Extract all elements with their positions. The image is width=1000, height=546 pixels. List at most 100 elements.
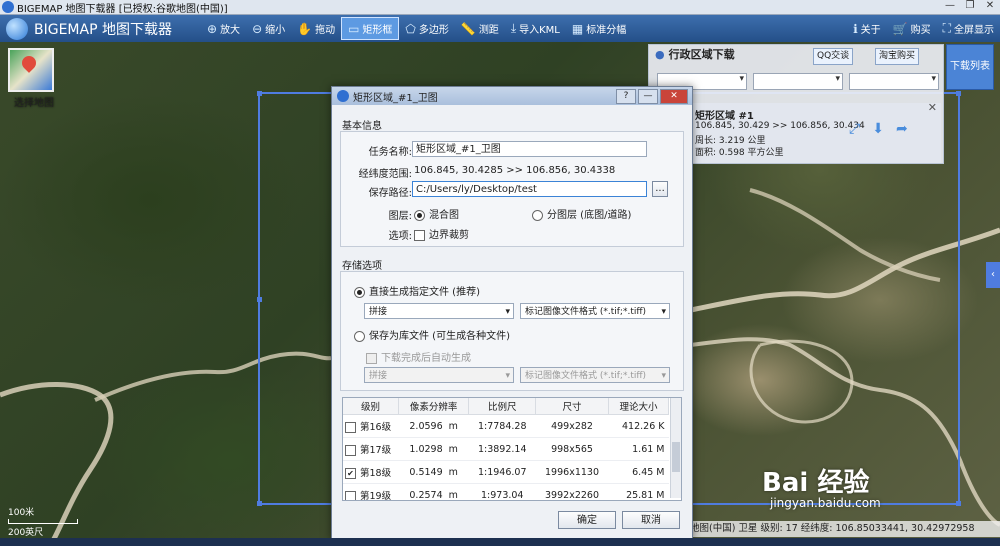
minimize-icon[interactable]: — [638, 89, 658, 104]
resize-handle[interactable] [257, 501, 262, 506]
admin-panel-title: 行政区域下载 [668, 48, 735, 61]
layer-mixed-radio[interactable]: 混合图 [414, 206, 459, 221]
row-checkbox[interactable] [345, 491, 356, 500]
help-icon[interactable]: ? [616, 89, 636, 104]
row-scale: 1:973.04 [468, 483, 536, 500]
mosaic-combo-disabled[interactable]: 拼接 [364, 367, 514, 384]
scrollbar-thumb[interactable] [672, 442, 680, 472]
download-list-button[interactable]: 下载列表 [946, 44, 994, 90]
options-label: 选项: [388, 231, 412, 242]
restore-icon[interactable]: ❐ [962, 0, 978, 12]
zoom-out-icon: ⊖ [252, 21, 263, 36]
fullscreen-button[interactable]: ⛶ 全屏显示 [937, 17, 1000, 40]
globe-icon [6, 17, 28, 40]
format-combo[interactable]: 标记图像文件格式 (*.tif;*.tiff) [520, 303, 670, 320]
format-combo-disabled[interactable]: 标记图像文件格式 (*.tif;*.tiff) [520, 367, 670, 384]
baidu-watermark: Bai 经验 [762, 468, 870, 498]
mosaic-combo[interactable]: 拼接 [364, 303, 514, 320]
col-level[interactable]: 级别 [343, 398, 399, 415]
row-theory: 25.81 M [608, 483, 669, 500]
buy-button[interactable]: 🛒 购买 [887, 17, 937, 40]
table-header-row: 级别 像素分辨率 比例尺 尺寸 理论大小 [343, 398, 670, 415]
range-label: 经纬度范围: [358, 169, 412, 180]
task-name-input[interactable]: 矩形区域_#1_卫图 [412, 141, 647, 157]
row-unit: m [448, 443, 458, 455]
save-path-input[interactable]: C:/Users/ly/Desktop/test [412, 181, 647, 197]
row-size: 1996x1130 [535, 460, 609, 484]
share-icon[interactable]: ➦ [896, 121, 908, 137]
layer-split-radio[interactable]: 分图层 (底图/道路) [532, 206, 631, 221]
table-row[interactable]: 第19级 0.2574 m 1:973.04 3992x2260 25.81 M [343, 483, 669, 500]
browse-button[interactable]: ... [652, 181, 668, 197]
save-db-radio[interactable]: 保存为库文件 (可生成各种文件) [354, 327, 510, 342]
task-name-label: 任务名称: [368, 147, 412, 158]
polygon-button[interactable]: ⬠ 多边形 [399, 17, 454, 40]
buy-label: 购买 [910, 25, 931, 36]
level-list: 级别 像素分辨率 比例尺 尺寸 理论大小 第16级 2.0596 m 1:778… [343, 398, 670, 500]
table-row[interactable]: 第16级 2.0596 m 1:7784.28 499x282 412.26 K [343, 414, 669, 438]
map-thumbnail [8, 48, 54, 92]
save-path-label: 保存路径: [368, 188, 412, 199]
ok-button[interactable]: 确定 [558, 511, 616, 529]
cancel-button[interactable]: 取消 [622, 511, 680, 529]
task-close-icon[interactable]: ✕ [928, 101, 937, 114]
row-size: 3992x2260 [535, 483, 609, 500]
map-pin-icon [19, 53, 39, 73]
about-button[interactable]: ℹ 关于 [847, 17, 887, 40]
import-icon: ⤓ [510, 21, 517, 35]
polygon-icon: ⬠ [405, 21, 416, 36]
import-kml-button[interactable]: ⤓ 导入KML [505, 17, 566, 40]
row-theory: 6.45 M [608, 460, 669, 484]
download-task-dialog: 矩形区域_#1_卫图 ? — ✕ 基本信息 任务名称: 矩形区域_#1_卫图 经… [331, 86, 693, 540]
download-icon[interactable]: ⬇ [872, 121, 884, 137]
measure-button[interactable]: 📏 测距 [455, 17, 505, 40]
minimize-icon[interactable]: — [942, 0, 958, 12]
collapse-panel-icon[interactable]: ‹ [986, 262, 1000, 288]
auto-generate-checkbox[interactable]: 下载完成后自动生成 [366, 349, 471, 364]
resize-handle[interactable] [956, 501, 961, 506]
table-row[interactable]: ✔ 第18级 0.5149 m 1:1946.07 1996x1130 6.45 … [343, 460, 669, 484]
app-logo-icon [2, 1, 14, 13]
taobao-buy-button[interactable]: 淘宝购买 [875, 48, 920, 65]
expand-icon[interactable]: ⤢ [849, 121, 860, 137]
zoom-in-button[interactable]: ⊕ 放大 [201, 17, 246, 40]
pan-button[interactable]: ✋ 拖动 [291, 17, 341, 40]
row-checkbox-checked[interactable]: ✔ [345, 468, 356, 479]
layer-split-label: 分图层 (底图/道路) [547, 210, 632, 221]
level-table[interactable]: 级别 像素分辨率 比例尺 尺寸 理论大小 第16级 2.0596 m 1:778… [342, 397, 682, 501]
row-size: 499x282 [535, 414, 609, 438]
select-map-button[interactable]: 选择地图 [8, 48, 54, 109]
city-select[interactable] [753, 73, 843, 90]
col-scale[interactable]: 比例尺 [468, 398, 537, 415]
col-resolution[interactable]: 像素分辨率 [398, 398, 470, 415]
qq-chat-button[interactable]: QQ交谈 [813, 48, 854, 65]
col-size[interactable]: 尺寸 [535, 398, 609, 415]
auto-generate-label: 下载完成后自动生成 [381, 353, 471, 364]
zoom-out-button[interactable]: ⊖ 缩小 [246, 17, 291, 40]
zoom-in-label: 放大 [220, 25, 241, 36]
direct-generate-radio[interactable]: 直接生成指定文件 (推荐) [354, 283, 480, 298]
rectangle-button[interactable]: ▭ 矩形框 [341, 17, 400, 40]
brand: BIGEMAP 地图下载器 [6, 17, 201, 40]
row-unit: m [448, 420, 458, 432]
resize-handle[interactable] [956, 91, 961, 96]
layer-label: 图层: [388, 211, 412, 222]
row-checkbox[interactable] [345, 422, 356, 433]
resize-handle[interactable] [257, 91, 262, 96]
fullscreen-label: 全屏显示 [954, 25, 994, 36]
table-row[interactable]: 第17级 1.0298 m 1:3892.14 998x565 1.61 M [343, 437, 669, 461]
clip-boundary-checkbox[interactable]: 边界裁剪 [414, 226, 469, 241]
rectangle-icon: ▭ [348, 21, 360, 36]
col-theory-size[interactable]: 理论大小 [608, 398, 670, 415]
range-value: 106.845, 30.4285 >> 106.856, 30.4338 [414, 165, 616, 176]
clip-boundary-label: 边界裁剪 [429, 230, 469, 241]
task-title: 矩形区域 #1 [695, 111, 754, 122]
table-scrollbar[interactable] [670, 398, 681, 498]
row-checkbox[interactable] [345, 445, 356, 456]
row-level: 第16级 [360, 422, 392, 433]
county-select[interactable] [849, 73, 939, 90]
standard-grid-button[interactable]: ▦ 标准分幅 [566, 17, 632, 40]
resize-handle[interactable] [257, 297, 262, 302]
close-icon[interactable]: ✕ [660, 89, 688, 104]
close-icon[interactable]: ✕ [982, 0, 998, 12]
